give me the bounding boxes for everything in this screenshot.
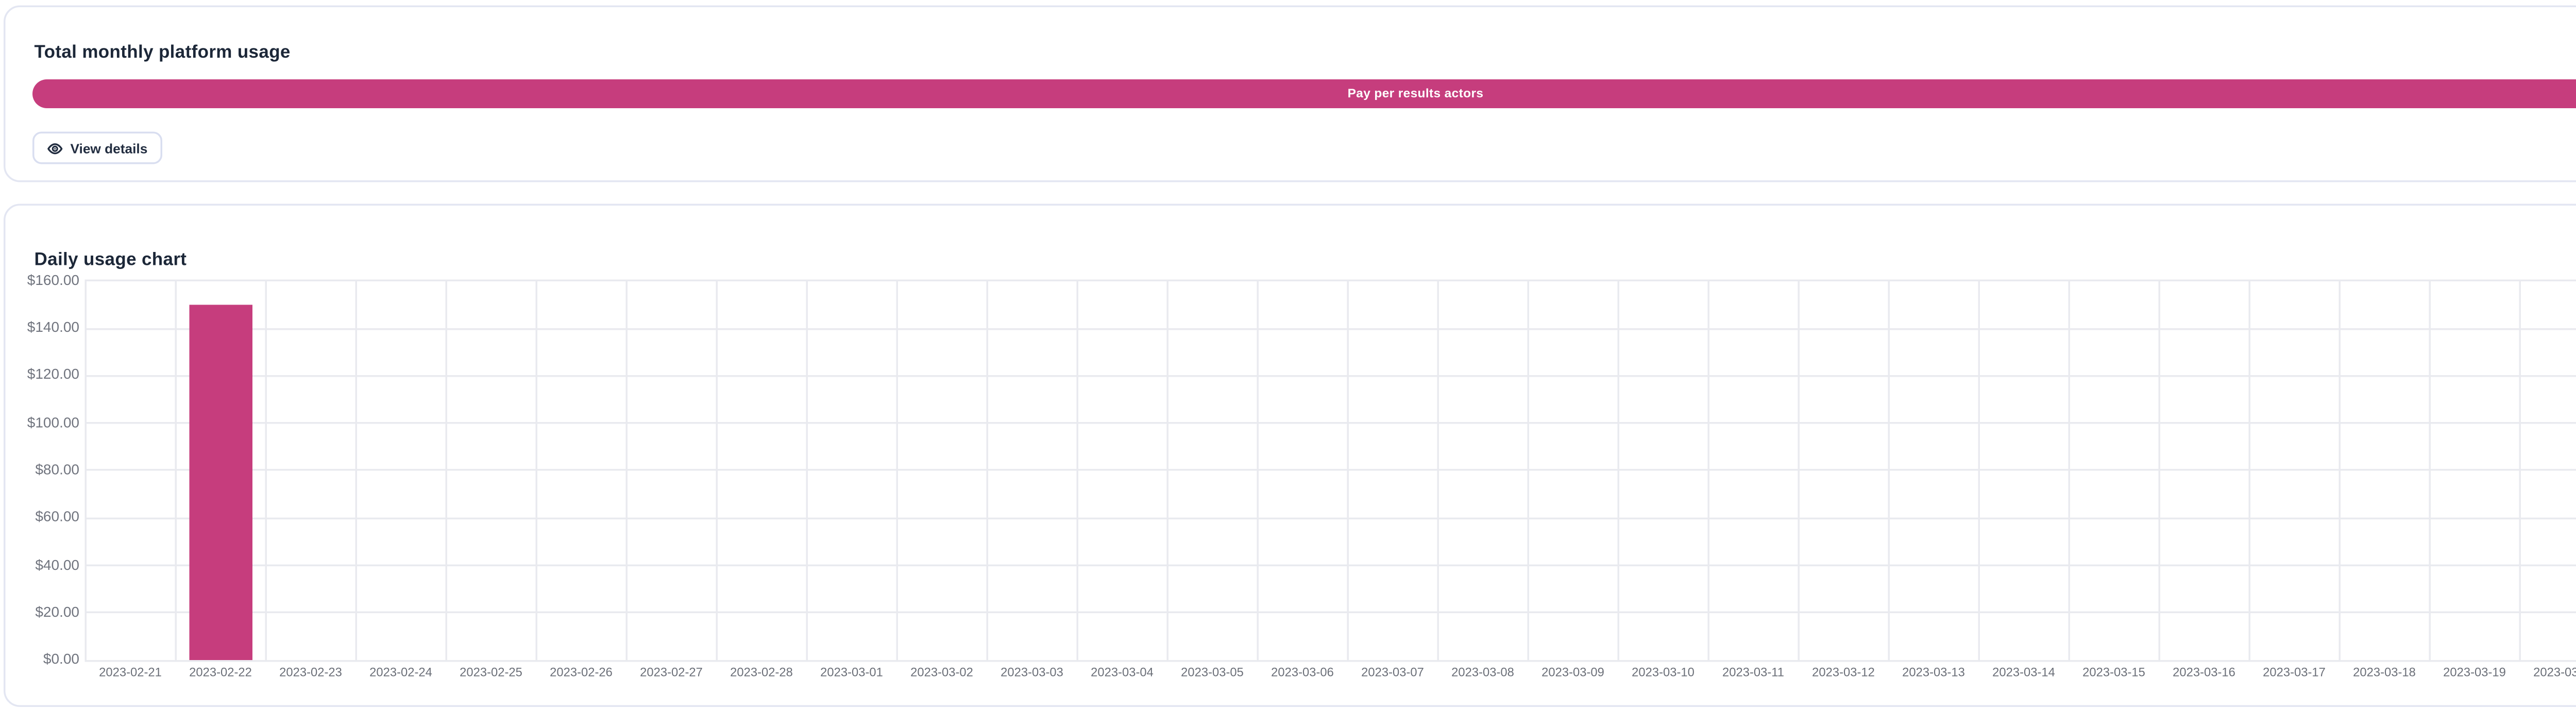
x-axis-tick-label: 2023-03-15 (2069, 667, 2159, 680)
gridline-vertical (536, 280, 538, 660)
gridline-vertical (266, 280, 268, 660)
x-axis-tick-label: 2023-03-20 (2520, 667, 2576, 680)
monthly-usage-card: Total monthly platform usage $150.00 Pay… (4, 6, 2576, 182)
gridline-horizontal (86, 423, 2576, 425)
y-axis-tick-label: $40.00 (7, 556, 79, 573)
x-axis-tick-label: 2023-02-25 (446, 667, 536, 680)
gridline-vertical (1167, 280, 1170, 660)
gridline-vertical (1528, 280, 1530, 660)
x-axis-tick-label: 2023-03-06 (1258, 667, 1348, 680)
x-axis-tick-label: 2023-03-11 (1708, 667, 1799, 680)
x-axis-tick-label: 2023-03-12 (1799, 667, 1889, 680)
gridline-vertical (626, 280, 629, 660)
gridline-vertical (2159, 280, 2161, 660)
y-axis-tick-label: $20.00 (7, 604, 79, 620)
gridline-horizontal (86, 470, 2576, 472)
x-axis-tick-label: 2023-03-17 (2249, 667, 2340, 680)
x-axis-tick-label: 2023-03-14 (1979, 667, 2069, 680)
x-axis-tick-label: 2023-02-21 (86, 667, 176, 680)
gridline-vertical (2069, 280, 2071, 660)
gridline-vertical (987, 280, 989, 660)
gridline-horizontal (86, 375, 2576, 377)
daily-usage-bar-chart: $0.00 $20.00 $40.00 $60.00 $80.00 $100.00 $120… (6, 206, 2576, 709)
gridline-vertical (807, 280, 809, 660)
gridline-vertical (2340, 280, 2342, 660)
gridline-vertical (86, 280, 88, 660)
gridline-vertical (1889, 280, 1891, 660)
gridline-vertical (1799, 280, 1801, 660)
x-axis-tick-label: 2023-03-13 (1889, 667, 1979, 680)
page: Total monthly platform usage $150.00 Pay… (0, 0, 2576, 709)
view-details-label: View details (71, 140, 148, 156)
gridline-vertical (2249, 280, 2251, 660)
gridline-horizontal (86, 612, 2576, 614)
gridline-horizontal (86, 280, 2576, 282)
x-axis-tick-label: 2023-03-10 (1618, 667, 1708, 680)
gridline-vertical (2520, 280, 2522, 660)
x-axis-tick-label: 2023-03-01 (807, 667, 897, 680)
x-axis-tick-label: 2023-03-16 (2159, 667, 2249, 680)
x-axis-tick-label: 2023-02-28 (717, 667, 807, 680)
gridline-vertical (1077, 280, 1079, 660)
gridline-vertical (1438, 280, 1440, 660)
gridline-vertical (1979, 280, 1981, 660)
gridline-horizontal (86, 565, 2576, 567)
y-axis-tick-label: $160.00 (7, 272, 79, 289)
gridline-vertical (717, 280, 719, 660)
monthly-usage-bar-label: Pay per results actors (1348, 88, 1484, 100)
gridline-horizontal (86, 328, 2576, 330)
gridline-vertical (356, 280, 358, 660)
x-axis-tick-label: 2023-02-24 (356, 667, 446, 680)
daily-usage-card: Daily usage chart Absolute Cumulative $0… (4, 204, 2576, 707)
gridline-vertical (1348, 280, 1350, 660)
y-axis-tick-label: $100.00 (7, 414, 79, 431)
y-axis-tick-label: $80.00 (7, 462, 79, 478)
gridline-vertical (1708, 280, 1710, 660)
x-axis-tick-label: 2023-02-22 (176, 667, 266, 680)
x-axis-tick-label: 2023-03-19 (2430, 667, 2520, 680)
gridline-vertical (2430, 280, 2432, 660)
monthly-usage-bar-segment: Pay per results actors (32, 79, 2576, 108)
y-axis-tick-label: $60.00 (7, 509, 79, 526)
gridline-vertical (1258, 280, 1260, 660)
x-axis-tick-label: 2023-02-23 (266, 667, 356, 680)
view-details-button[interactable]: View details (32, 132, 162, 164)
gridline-vertical (1618, 280, 1620, 660)
gridline-vertical (897, 280, 899, 660)
y-axis-tick-label: $140.00 (7, 319, 79, 336)
x-axis-tick-label: 2023-02-27 (626, 667, 717, 680)
x-axis-tick-label: 2023-03-05 (1167, 667, 1258, 680)
x-axis-tick-label: 2023-03-08 (1438, 667, 1528, 680)
gridline-vertical (446, 280, 448, 660)
x-axis-tick-label: 2023-03-04 (1077, 667, 1167, 680)
eye-icon (47, 140, 63, 156)
x-axis-tick-label: 2023-03-02 (897, 667, 987, 680)
x-axis-tick-label: 2023-02-26 (536, 667, 626, 680)
y-axis-tick-label: $0.00 (7, 651, 79, 668)
gridline-horizontal (86, 660, 2576, 662)
y-axis-tick-label: $120.00 (7, 367, 79, 383)
x-axis-tick-label: 2023-03-07 (1348, 667, 1438, 680)
chart-bar (189, 305, 252, 660)
x-axis-tick-label: 2023-03-18 (2340, 667, 2430, 680)
monthly-usage-title: Total monthly platform usage (35, 44, 291, 64)
gridline-horizontal (86, 517, 2576, 519)
x-axis-tick-label: 2023-03-03 (987, 667, 1077, 680)
gridline-vertical (176, 280, 178, 660)
x-axis-tick-label: 2023-03-09 (1528, 667, 1618, 680)
